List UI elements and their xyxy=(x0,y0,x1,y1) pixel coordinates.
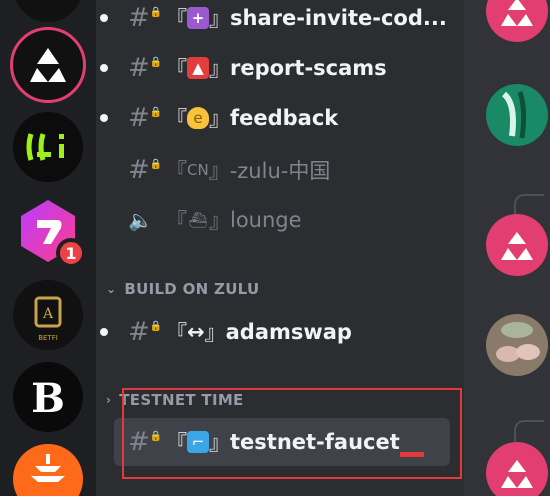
avatar-zulu-3[interactable] xyxy=(486,442,548,496)
betfi-crest-icon: A BETFI xyxy=(34,296,62,342)
svg-text:A: A xyxy=(42,306,54,322)
zulu-server-icon[interactable] xyxy=(10,27,86,103)
hash-lock-icon: # 🔒 xyxy=(128,103,163,133)
faucet-icon: ⌐ xyxy=(187,431,209,453)
avatar-zulu-2[interactable] xyxy=(486,214,548,276)
zulu-logo-icon xyxy=(501,232,533,260)
hash-lock-icon: # 🔒 xyxy=(128,155,163,185)
channel-feedback[interactable]: # 🔒 『 e 』 feedback xyxy=(100,98,450,138)
zulu-logo-icon xyxy=(30,48,66,82)
bracket-close: 』 xyxy=(204,321,226,345)
hash-lock-icon: # 🔒 xyxy=(128,317,163,347)
channel-label: share-invite-cod... xyxy=(230,6,447,30)
category-label: TESTNET TIME xyxy=(119,391,244,409)
channel-report-scams[interactable]: # 🔒 『 ▲ 』 report-scams xyxy=(100,48,450,88)
bracket-open: 『 xyxy=(166,159,187,183)
chevron-down-icon: ⌄ xyxy=(106,282,117,296)
channel-adamswap[interactable]: # 🔒 『 ↔ 』 adamswap xyxy=(100,312,450,352)
channel-lounge[interactable]: 🔈 『 ⛴ 』 lounge xyxy=(110,200,450,240)
bracket-close: 』 xyxy=(209,209,230,233)
bracket-close: 』 xyxy=(209,7,230,31)
b-letter-icon: B xyxy=(31,375,65,422)
svg-text:BETFI: BETFI xyxy=(38,334,58,342)
betfi-server-icon[interactable]: A BETFI xyxy=(13,280,83,350)
channel-list: # 🔒 『 + 』 share-invite-cod... # 🔒 『 ▲ 』 re… xyxy=(96,0,464,496)
category-build-on-zulu[interactable]: ⌄ BUILD ON ZULU xyxy=(106,280,259,298)
unread-badge: 1 xyxy=(56,238,86,268)
channel-label: testnet-faucet xyxy=(230,430,400,454)
hash-lock-icon: # 🔒 xyxy=(128,3,163,33)
channel-share-invite-code[interactable]: # 🔒 『 + 』 share-invite-cod... xyxy=(100,0,450,38)
bracket-open: 『 xyxy=(166,57,187,81)
unread-dot xyxy=(100,64,108,72)
bracket-open: 『 xyxy=(166,209,187,233)
hash-lock-icon: # 🔒 xyxy=(128,53,163,83)
plus-icon: + xyxy=(187,7,209,29)
hash-lock-icon: # 🔒 xyxy=(128,427,163,457)
avatar-green[interactable] xyxy=(486,84,548,146)
unread-dot xyxy=(100,328,108,336)
bracket-open: 『 xyxy=(166,7,187,31)
bracket-close: 』 xyxy=(209,431,230,455)
avatar-photo-icon xyxy=(496,322,540,362)
b-logo-server-icon[interactable]: B xyxy=(13,362,83,432)
red-mark xyxy=(400,452,424,457)
server-rail: 1 A BETFI B xyxy=(0,0,96,496)
pagoda-icon xyxy=(31,454,65,482)
category-label: BUILD ON ZULU xyxy=(124,280,260,298)
avatar-photo[interactable] xyxy=(486,314,548,376)
boat-icon: ⛴ xyxy=(188,211,208,229)
unread-dot xyxy=(100,114,108,122)
voice-lock-icon: 🔈 xyxy=(128,208,153,232)
channel-zulu-cn[interactable]: # 🔒 『 CN 』 -zulu-中国 xyxy=(110,150,450,190)
avatar-art-icon xyxy=(501,91,527,139)
svg-text:B: B xyxy=(31,375,65,422)
category-testnet-time[interactable]: › TESTNET TIME xyxy=(106,391,244,409)
green-face-server-icon[interactable] xyxy=(13,112,83,182)
channel-label: report-scams xyxy=(230,56,387,80)
channel-label: feedback xyxy=(230,106,339,130)
bracket-close: 』 xyxy=(209,57,230,81)
channel-testnet-faucet[interactable]: # 🔒 『 ⌐ 』 testnet-faucet xyxy=(110,422,450,462)
bracket-open: 『 xyxy=(166,107,187,131)
ear-icon: e xyxy=(187,107,209,129)
server-top-partial[interactable] xyxy=(13,0,83,22)
channel-label: lounge xyxy=(230,208,302,232)
channel-label: -zulu-中国 xyxy=(229,159,331,183)
channel-label: adamswap xyxy=(225,320,352,344)
green-face-icon xyxy=(26,133,64,161)
bracket-open: 『 xyxy=(166,431,187,455)
bracket-close: 』 xyxy=(209,107,230,131)
message-strip xyxy=(464,0,550,496)
cn-label: CN xyxy=(187,161,209,179)
zulu-logo-icon xyxy=(501,460,533,488)
siren-icon: ▲ xyxy=(187,57,209,79)
avatar-zulu-1[interactable] xyxy=(486,0,548,42)
chevron-right-icon: › xyxy=(106,393,112,407)
arrows-label: ↔ xyxy=(187,320,205,344)
unread-dot xyxy=(100,14,108,22)
bracket-close: 』 xyxy=(208,159,230,183)
zulu-logo-icon xyxy=(501,0,533,26)
bracket-open: 『 xyxy=(166,321,187,345)
pagoda-server-icon[interactable] xyxy=(13,444,83,496)
